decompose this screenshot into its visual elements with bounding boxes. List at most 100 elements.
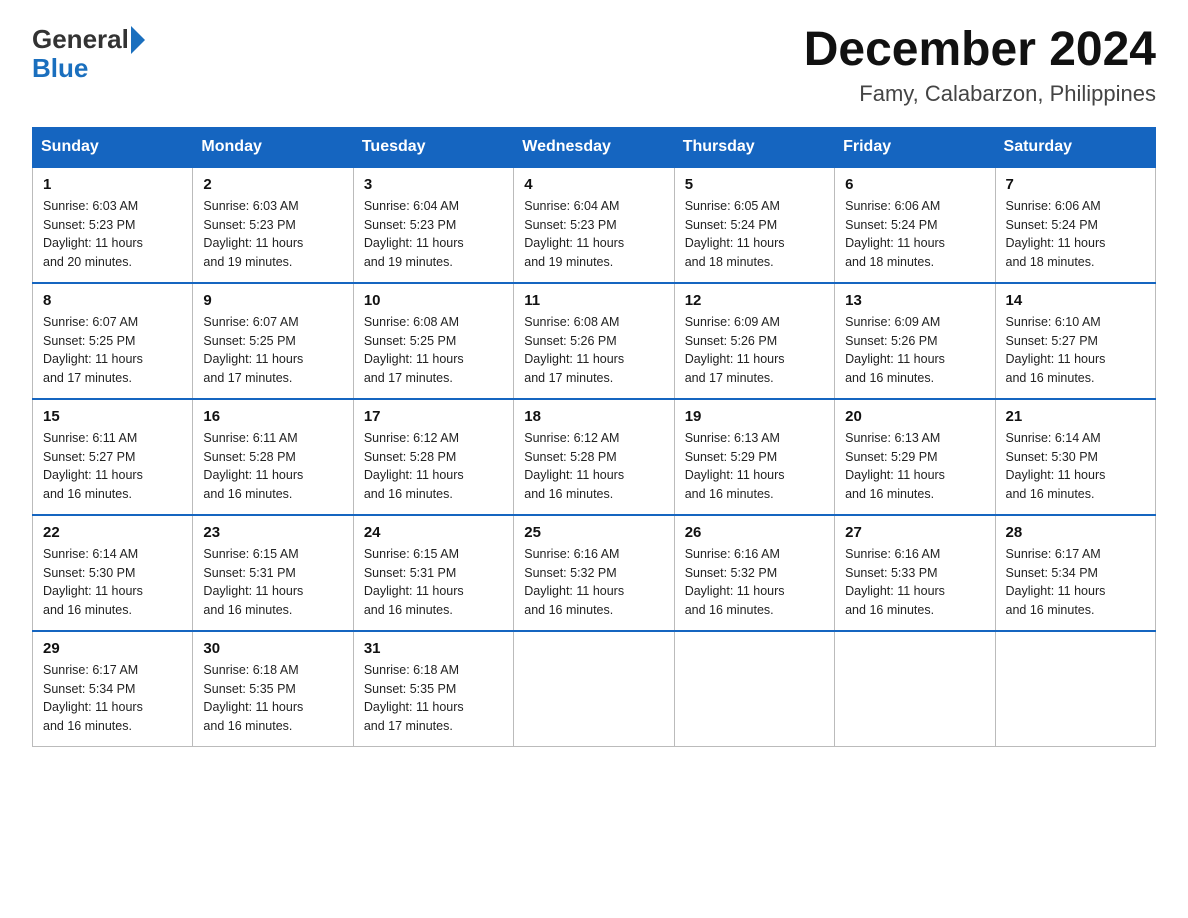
day-info-22: Sunrise: 6:14 AMSunset: 5:30 PMDaylight:… [43, 545, 182, 620]
day-cell-14: 14 Sunrise: 6:10 AMSunset: 5:27 PMDayligh… [995, 283, 1155, 399]
title-area: December 2024 Famy, Calabarzon, Philippi… [804, 24, 1156, 107]
empty-cell-w4-d4 [674, 631, 834, 747]
weekday-header-row: SundayMondayTuesdayWednesdayThursdayFrid… [33, 127, 1156, 167]
day-number-20: 20 [845, 408, 984, 425]
day-info-4: Sunrise: 6:04 AMSunset: 5:23 PMDaylight:… [524, 197, 663, 272]
day-number-30: 30 [203, 640, 342, 657]
day-info-3: Sunrise: 6:04 AMSunset: 5:23 PMDaylight:… [364, 197, 503, 272]
day-number-23: 23 [203, 524, 342, 541]
day-number-31: 31 [364, 640, 503, 657]
day-number-3: 3 [364, 176, 503, 193]
day-info-5: Sunrise: 6:05 AMSunset: 5:24 PMDaylight:… [685, 197, 824, 272]
day-info-18: Sunrise: 6:12 AMSunset: 5:28 PMDaylight:… [524, 429, 663, 504]
day-cell-8: 8 Sunrise: 6:07 AMSunset: 5:25 PMDaylight… [33, 283, 193, 399]
week-row-2: 8 Sunrise: 6:07 AMSunset: 5:25 PMDaylight… [33, 283, 1156, 399]
weekday-header-friday: Friday [835, 127, 995, 167]
day-cell-24: 24 Sunrise: 6:15 AMSunset: 5:31 PMDayligh… [353, 515, 513, 631]
day-number-15: 15 [43, 408, 182, 425]
weekday-header-tuesday: Tuesday [353, 127, 513, 167]
day-cell-9: 9Sunrise: 6:07 AMSunset: 5:25 PMDaylight… [193, 283, 353, 399]
day-number-22: 22 [43, 524, 182, 541]
day-cell-19: 19 Sunrise: 6:13 AMSunset: 5:29 PMDayligh… [674, 399, 834, 515]
day-number-8: 8 [43, 292, 182, 309]
day-info-14: Sunrise: 6:10 AMSunset: 5:27 PMDaylight:… [1006, 313, 1145, 388]
day-info-6: Sunrise: 6:06 AMSunset: 5:24 PMDaylight:… [845, 197, 984, 272]
logo: General Blue [32, 24, 146, 81]
day-info-19: Sunrise: 6:13 AMSunset: 5:29 PMDaylight:… [685, 429, 824, 504]
day-cell-5: 5 Sunrise: 6:05 AMSunset: 5:24 PMDaylight… [674, 167, 834, 283]
day-info-30: Sunrise: 6:18 AMSunset: 5:35 PMDaylight:… [203, 661, 342, 736]
day-number-27: 27 [845, 524, 984, 541]
day-number-10: 10 [364, 292, 503, 309]
day-cell-18: 18 Sunrise: 6:12 AMSunset: 5:28 PMDayligh… [514, 399, 674, 515]
day-cell-23: 23 Sunrise: 6:15 AMSunset: 5:31 PMDayligh… [193, 515, 353, 631]
day-cell-3: 3 Sunrise: 6:04 AMSunset: 5:23 PMDaylight… [353, 167, 513, 283]
weekday-header-thursday: Thursday [674, 127, 834, 167]
day-info-26: Sunrise: 6:16 AMSunset: 5:32 PMDaylight:… [685, 545, 824, 620]
day-info-7: Sunrise: 6:06 AMSunset: 5:24 PMDaylight:… [1006, 197, 1145, 272]
day-number-26: 26 [685, 524, 824, 541]
day-cell-26: 26 Sunrise: 6:16 AMSunset: 5:32 PMDayligh… [674, 515, 834, 631]
logo-general-text: General [32, 24, 129, 55]
weekday-header-sunday: Sunday [33, 127, 193, 167]
day-number-29: 29 [43, 640, 182, 657]
logo-arrow-icon [131, 26, 145, 54]
week-row-4: 22 Sunrise: 6:14 AMSunset: 5:30 PMDayligh… [33, 515, 1156, 631]
day-info-21: Sunrise: 6:14 AMSunset: 5:30 PMDaylight:… [1006, 429, 1145, 504]
week-row-5: 29Sunrise: 6:17 AMSunset: 5:34 PMDayligh… [33, 631, 1156, 747]
week-row-3: 15 Sunrise: 6:11 AMSunset: 5:27 PMDayligh… [33, 399, 1156, 515]
day-number-12: 12 [685, 292, 824, 309]
day-number-24: 24 [364, 524, 503, 541]
day-info-12: Sunrise: 6:09 AMSunset: 5:26 PMDaylight:… [685, 313, 824, 388]
day-number-6: 6 [845, 176, 984, 193]
calendar-table: SundayMondayTuesdayWednesdayThursdayFrid… [32, 127, 1156, 747]
weekday-header-saturday: Saturday [995, 127, 1155, 167]
day-number-1: 1 [43, 176, 182, 193]
day-info-23: Sunrise: 6:15 AMSunset: 5:31 PMDaylight:… [203, 545, 342, 620]
page-header: General Blue December 2024 Famy, Calabar… [32, 24, 1156, 107]
day-cell-15: 15 Sunrise: 6:11 AMSunset: 5:27 PMDayligh… [33, 399, 193, 515]
weekday-header-wednesday: Wednesday [514, 127, 674, 167]
day-info-16: Sunrise: 6:11 AMSunset: 5:28 PMDaylight:… [203, 429, 342, 504]
day-number-14: 14 [1006, 292, 1145, 309]
day-info-8: Sunrise: 6:07 AMSunset: 5:25 PMDaylight:… [43, 313, 182, 388]
weekday-header-monday: Monday [193, 127, 353, 167]
day-cell-31: 31Sunrise: 6:18 AMSunset: 5:35 PMDayligh… [353, 631, 513, 747]
day-cell-21: 21Sunrise: 6:14 AMSunset: 5:30 PMDayligh… [995, 399, 1155, 515]
day-number-9: 9 [203, 292, 342, 309]
day-info-25: Sunrise: 6:16 AMSunset: 5:32 PMDaylight:… [524, 545, 663, 620]
day-cell-7: 7 Sunrise: 6:06 AMSunset: 5:24 PMDaylight… [995, 167, 1155, 283]
logo-blue-text: Blue [32, 55, 88, 81]
day-number-2: 2 [203, 176, 342, 193]
day-number-4: 4 [524, 176, 663, 193]
day-cell-27: 27 Sunrise: 6:16 AMSunset: 5:33 PMDayligh… [835, 515, 995, 631]
day-number-5: 5 [685, 176, 824, 193]
day-info-24: Sunrise: 6:15 AMSunset: 5:31 PMDaylight:… [364, 545, 503, 620]
day-cell-17: 17Sunrise: 6:12 AMSunset: 5:28 PMDayligh… [353, 399, 513, 515]
day-cell-12: 12 Sunrise: 6:09 AMSunset: 5:26 PMDayligh… [674, 283, 834, 399]
day-info-15: Sunrise: 6:11 AMSunset: 5:27 PMDaylight:… [43, 429, 182, 504]
day-info-28: Sunrise: 6:17 AMSunset: 5:34 PMDaylight:… [1006, 545, 1145, 620]
day-cell-11: 11Sunrise: 6:08 AMSunset: 5:26 PMDayligh… [514, 283, 674, 399]
day-cell-1: 1 Sunrise: 6:03 AMSunset: 5:23 PMDaylight… [33, 167, 193, 283]
day-number-13: 13 [845, 292, 984, 309]
day-number-28: 28 [1006, 524, 1145, 541]
day-info-10: Sunrise: 6:08 AMSunset: 5:25 PMDaylight:… [364, 313, 503, 388]
empty-cell-w4-d3 [514, 631, 674, 747]
day-info-2: Sunrise: 6:03 AMSunset: 5:23 PMDaylight:… [203, 197, 342, 272]
day-info-20: Sunrise: 6:13 AMSunset: 5:29 PMDaylight:… [845, 429, 984, 504]
day-info-27: Sunrise: 6:16 AMSunset: 5:33 PMDaylight:… [845, 545, 984, 620]
day-cell-20: 20 Sunrise: 6:13 AMSunset: 5:29 PMDayligh… [835, 399, 995, 515]
day-cell-6: 6 Sunrise: 6:06 AMSunset: 5:24 PMDaylight… [835, 167, 995, 283]
day-cell-30: 30 Sunrise: 6:18 AMSunset: 5:35 PMDayligh… [193, 631, 353, 747]
empty-cell-w4-d5 [835, 631, 995, 747]
day-number-19: 19 [685, 408, 824, 425]
day-cell-4: 4 Sunrise: 6:04 AMSunset: 5:23 PMDaylight… [514, 167, 674, 283]
day-number-11: 11 [524, 292, 663, 309]
day-number-18: 18 [524, 408, 663, 425]
day-info-1: Sunrise: 6:03 AMSunset: 5:23 PMDaylight:… [43, 197, 182, 272]
day-number-7: 7 [1006, 176, 1145, 193]
week-row-1: 1 Sunrise: 6:03 AMSunset: 5:23 PMDaylight… [33, 167, 1156, 283]
day-cell-25: 25Sunrise: 6:16 AMSunset: 5:32 PMDayligh… [514, 515, 674, 631]
location-title: Famy, Calabarzon, Philippines [804, 81, 1156, 107]
